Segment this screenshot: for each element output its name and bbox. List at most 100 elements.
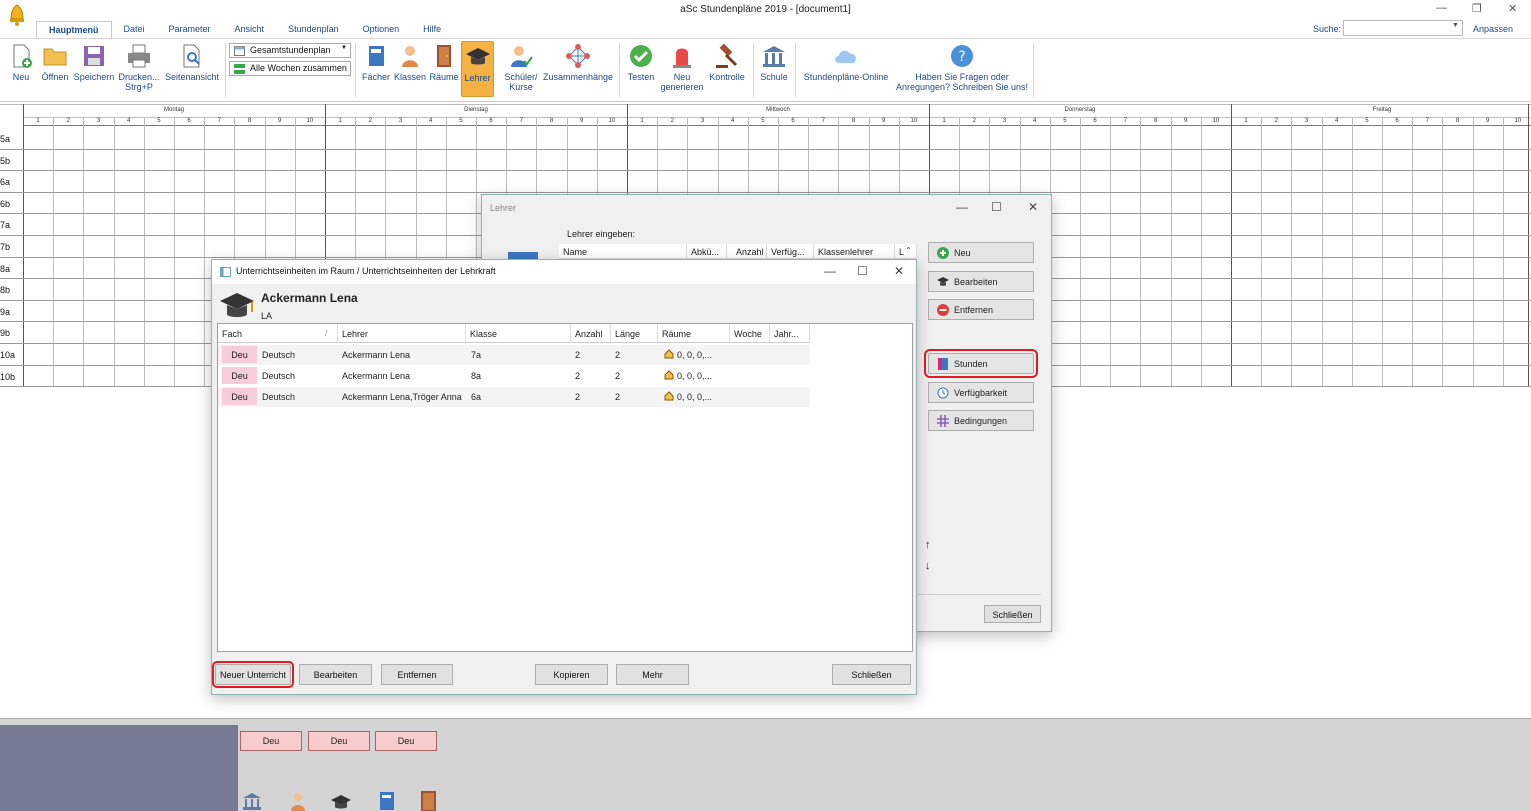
column-header-class[interactable]: Klasse bbox=[466, 324, 571, 343]
maximize-icon[interactable]: ☐ bbox=[991, 200, 1002, 214]
book-icon[interactable] bbox=[380, 792, 394, 810]
school-button[interactable]: Schule bbox=[757, 43, 791, 82]
relations-button[interactable]: Zusammenhänge bbox=[541, 43, 615, 82]
students-icon[interactable] bbox=[288, 791, 308, 811]
move-down-icon[interactable]: ↓ bbox=[925, 560, 931, 572]
tab-hilfe[interactable]: Hilfe bbox=[411, 21, 453, 38]
restore-icon[interactable]: ❐ bbox=[1472, 2, 1482, 15]
new-lesson-button[interactable]: Neuer Unterricht bbox=[212, 661, 294, 688]
tab-datei[interactable]: Datei bbox=[112, 21, 157, 38]
school-building-icon[interactable] bbox=[242, 792, 262, 810]
column-header-name[interactable]: Name bbox=[559, 244, 687, 259]
column-header-class-teacher[interactable]: Klassenlehrer bbox=[814, 244, 895, 259]
period-header: 4 bbox=[127, 118, 131, 124]
column-header-subject[interactable]: Fach / bbox=[218, 324, 338, 343]
teacher-availability-button[interactable]: Verfügbarkeit bbox=[928, 382, 1034, 403]
column-header-year[interactable]: Jahr... bbox=[770, 324, 810, 343]
period-header: 8 bbox=[549, 118, 554, 124]
scroll-up-icon[interactable]: ⌃ bbox=[905, 246, 912, 255]
period-header: 2 bbox=[972, 118, 976, 124]
lesson-remove-button[interactable]: Entfernen bbox=[381, 664, 453, 685]
page-view-button[interactable]: Seitenansicht bbox=[162, 43, 222, 82]
teacher-conditions-button[interactable]: Bedingungen bbox=[928, 410, 1034, 431]
column-header-teacher[interactable]: Lehrer bbox=[338, 324, 466, 343]
search-label: Suche: bbox=[1313, 24, 1342, 34]
rooms-button[interactable]: Räume bbox=[428, 43, 460, 82]
tab-ansicht[interactable]: Ansicht bbox=[223, 21, 277, 38]
grid-line bbox=[1382, 117, 1383, 387]
column-header-week[interactable]: Woche bbox=[730, 324, 770, 343]
customize-menu[interactable]: Anpassen bbox=[1473, 24, 1513, 34]
table-row[interactable] bbox=[218, 387, 810, 407]
day-header: Donnerstag bbox=[1064, 107, 1096, 113]
move-up-icon[interactable]: ↑ bbox=[925, 539, 931, 551]
period-header: 1 bbox=[640, 118, 644, 124]
lesson-close-button[interactable]: Schließen bbox=[832, 664, 911, 685]
view-select[interactable]: Gesamtstundenplan ▼ bbox=[229, 43, 351, 58]
test-button[interactable]: Testen bbox=[624, 43, 658, 82]
students-button[interactable]: Schüler/ Kurse bbox=[503, 43, 539, 92]
minimize-icon[interactable]: — bbox=[1436, 2, 1447, 14]
subjects-button[interactable]: Fächer bbox=[360, 43, 392, 82]
column-header-rooms[interactable]: Räume bbox=[658, 324, 730, 343]
column-header-length[interactable]: Länge bbox=[611, 324, 658, 343]
class-row-label: 7a bbox=[0, 220, 11, 231]
teacher-remove-button[interactable]: Entfernen bbox=[928, 299, 1034, 320]
lesson-edit-button[interactable]: Bearbeiten bbox=[299, 664, 372, 685]
feedback-button[interactable]: ? Haben Sie Fragen oder Anregungen? Schr… bbox=[893, 43, 1031, 92]
tab-stundenplan[interactable]: Stundenplan bbox=[276, 21, 351, 38]
tab-optionen[interactable]: Optionen bbox=[351, 21, 412, 38]
control-button[interactable]: Kontrolle bbox=[706, 43, 748, 82]
minimize-icon[interactable]: — bbox=[956, 200, 968, 214]
open-button[interactable]: Öffnen bbox=[38, 43, 72, 82]
lesson-card[interactable]: Deu bbox=[240, 731, 302, 751]
cell-count: 2 bbox=[575, 392, 581, 402]
column-header-short[interactable]: Abkü... bbox=[687, 244, 727, 259]
ribbon-separator bbox=[795, 43, 796, 97]
period-header: 9 bbox=[1486, 118, 1490, 124]
alarm-light-icon bbox=[673, 48, 691, 68]
lesson-card[interactable]: Deu bbox=[375, 731, 437, 751]
tab-hauptmenu[interactable]: Hauptmenü bbox=[36, 21, 112, 38]
graduation-cap-icon[interactable] bbox=[331, 794, 351, 810]
column-header-count[interactable]: Anzahl bbox=[571, 324, 611, 343]
teacher-close-button[interactable]: Schließen bbox=[984, 605, 1041, 623]
sort-indicator-icon: / bbox=[325, 328, 328, 338]
new-document-icon bbox=[13, 44, 32, 68]
period-header: 5 bbox=[761, 118, 765, 124]
search-input[interactable] bbox=[1343, 20, 1463, 36]
period-header: 6 bbox=[489, 118, 493, 124]
column-header-availability[interactable]: Verfüg... bbox=[767, 244, 814, 259]
print-button[interactable]: Drucken... Strg+P bbox=[117, 43, 161, 92]
online-button[interactable]: Stundenpläne-Online bbox=[799, 43, 893, 82]
minimize-icon[interactable]: — bbox=[824, 264, 836, 278]
table-row[interactable] bbox=[218, 366, 810, 386]
lesson-card[interactable]: Deu bbox=[308, 731, 370, 751]
search-dropdown-icon[interactable]: ▼ bbox=[1452, 22, 1459, 29]
cell-teacher: Ackermann Lena bbox=[342, 350, 411, 360]
table-row[interactable] bbox=[218, 345, 810, 365]
generate-button[interactable]: Neu generieren bbox=[659, 43, 705, 92]
teacher-new-button[interactable]: Neu bbox=[928, 242, 1034, 263]
tab-parameter[interactable]: Parameter bbox=[157, 21, 223, 38]
lesson-more-button[interactable]: Mehr bbox=[616, 664, 689, 685]
grid-line bbox=[204, 117, 206, 387]
classes-button[interactable]: Klassen bbox=[393, 43, 427, 82]
teacher-lessons-button[interactable]: Stunden bbox=[924, 349, 1038, 378]
day-header: Mittwoch bbox=[766, 107, 790, 113]
column-header-count[interactable]: Anzahl bbox=[727, 244, 767, 259]
close-icon[interactable]: ✕ bbox=[894, 264, 904, 278]
period-header: 5 bbox=[459, 118, 463, 124]
close-icon[interactable]: ✕ bbox=[1508, 2, 1517, 15]
teachers-button[interactable]: Lehrer bbox=[461, 41, 494, 97]
save-button[interactable]: Speichern bbox=[73, 43, 115, 82]
new-button[interactable]: Neu bbox=[8, 43, 34, 82]
door-icon[interactable] bbox=[421, 791, 436, 811]
teacher-name: Ackermann Lena bbox=[261, 291, 358, 305]
lesson-copy-button[interactable]: Kopieren bbox=[535, 664, 608, 685]
close-icon[interactable]: ✕ bbox=[1028, 200, 1038, 214]
teacher-prompt: Lehrer eingeben: bbox=[567, 229, 636, 239]
teacher-edit-button[interactable]: Bearbeiten bbox=[928, 271, 1034, 292]
maximize-icon[interactable]: ☐ bbox=[857, 264, 868, 278]
weeks-select[interactable]: Alle Wochen zusammen bbox=[229, 61, 351, 76]
